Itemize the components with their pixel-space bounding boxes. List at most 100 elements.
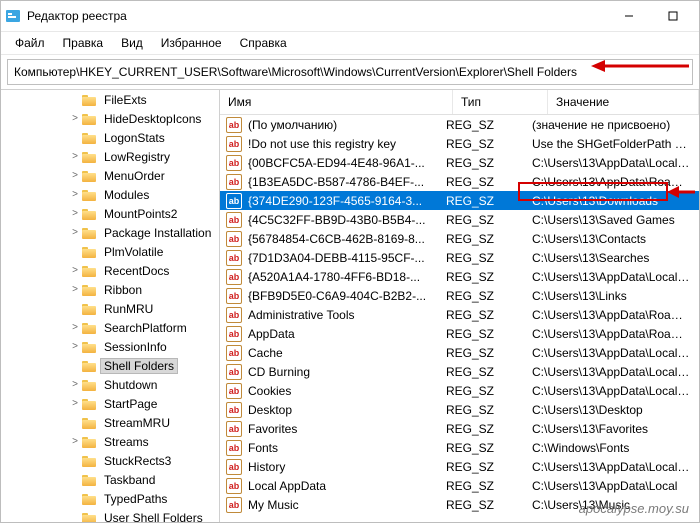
folder-icon <box>82 283 98 297</box>
value-row[interactable]: abCacheREG_SZC:\Users\13\AppData\Local\M… <box>220 343 699 362</box>
value-row[interactable]: abFontsREG_SZC:\Windows\Fonts <box>220 438 699 457</box>
value-row[interactable]: ab{374DE290-123F-4565-9164-3...REG_SZC:\… <box>220 191 699 210</box>
tree-node[interactable]: >Shutdown <box>1 375 219 394</box>
expand-caret-icon[interactable]: > <box>69 379 81 390</box>
col-data[interactable]: Значение <box>548 90 699 114</box>
titlebar[interactable]: Редактор реестра <box>1 1 699 32</box>
folder-icon <box>82 112 98 126</box>
folder-icon <box>82 302 98 316</box>
tree-node[interactable]: >LowRegistry <box>1 147 219 166</box>
expand-caret-icon[interactable]: > <box>69 170 81 181</box>
tree-node[interactable]: TypedPaths <box>1 489 219 508</box>
tree-node[interactable]: >SearchPlatform <box>1 318 219 337</box>
tree-label: SessionInfo <box>101 340 170 354</box>
value-row[interactable]: ab!Do not use this registry keyREG_SZUse… <box>220 134 699 153</box>
tree-node[interactable]: > Ribbon <box>1 280 219 299</box>
body: FileExts>HideDesktopIconsLogonStats>LowR… <box>1 89 699 522</box>
value-name: {A520A1A4-1780-4FF6-BD18-... <box>246 270 446 284</box>
string-value-icon: ab <box>226 250 242 266</box>
value-row[interactable]: ab{A520A1A4-1780-4FF6-BD18-...REG_SZC:\U… <box>220 267 699 286</box>
value-row[interactable]: ab{56784854-C6CB-462B-8169-8...REG_SZC:\… <box>220 229 699 248</box>
value-row[interactable]: ab{00BCFC5A-ED94-4E48-96A1-...REG_SZC:\U… <box>220 153 699 172</box>
value-type: REG_SZ <box>446 403 532 417</box>
value-row[interactable]: ab{BFB9D5E0-C6A9-404C-B2B2-...REG_SZC:\U… <box>220 286 699 305</box>
expand-caret-icon[interactable]: > <box>69 436 81 447</box>
menu-file[interactable]: Файл <box>7 34 53 52</box>
tree-node[interactable]: LogonStats <box>1 128 219 147</box>
tree-node[interactable]: StuckRects3 <box>1 451 219 470</box>
tree-node[interactable]: Taskband <box>1 470 219 489</box>
tree-node[interactable]: PlmVolatile <box>1 242 219 261</box>
tree-node[interactable]: FileExts <box>1 90 219 109</box>
tree-node[interactable]: >HideDesktopIcons <box>1 109 219 128</box>
value-type: REG_SZ <box>446 346 532 360</box>
value-row[interactable]: abLocal AppDataREG_SZC:\Users\13\AppData… <box>220 476 699 495</box>
value-row[interactable]: abCookiesREG_SZC:\Users\13\AppData\Local… <box>220 381 699 400</box>
col-type[interactable]: Тип <box>453 90 548 114</box>
expand-caret-icon[interactable]: > <box>69 208 81 219</box>
value-name: History <box>246 460 446 474</box>
tree-label: Ribbon <box>101 283 145 297</box>
value-type: REG_SZ <box>446 327 532 341</box>
app-icon <box>5 8 21 24</box>
value-name: Cache <box>246 346 446 360</box>
tree-node[interactable]: >Package Installation <box>1 223 219 242</box>
tree-node[interactable]: > SessionInfo <box>1 337 219 356</box>
menu-view[interactable]: Вид <box>113 34 151 52</box>
expand-caret-icon[interactable]: > <box>69 227 81 238</box>
value-rows[interactable]: ab(По умолчанию)REG_SZ(значение не присв… <box>220 115 699 522</box>
value-data: C:\Users\13\AppData\Local\Microsoft\ <box>532 156 699 170</box>
tree-node[interactable]: >RecentDocs <box>1 261 219 280</box>
folder-icon <box>82 226 98 240</box>
expand-caret-icon[interactable]: > <box>69 284 81 295</box>
folder-icon <box>82 359 98 373</box>
tree-node[interactable]: >StartPage <box>1 394 219 413</box>
value-row[interactable]: abDesktopREG_SZC:\Users\13\Desktop <box>220 400 699 419</box>
value-row[interactable]: ab{7D1D3A04-DEBB-4115-95CF-...REG_SZC:\U… <box>220 248 699 267</box>
value-row[interactable]: ab{1B3EA5DC-B587-4786-B4EF-...REG_SZC:\U… <box>220 172 699 191</box>
value-name: Desktop <box>246 403 446 417</box>
expand-caret-icon[interactable]: > <box>69 322 81 333</box>
value-type: REG_SZ <box>446 137 532 151</box>
value-name: AppData <box>246 327 446 341</box>
folder-icon <box>82 397 98 411</box>
folder-icon <box>82 93 98 107</box>
maximize-button[interactable] <box>651 2 695 31</box>
tree-node[interactable]: >MountPoints2 <box>1 204 219 223</box>
value-row[interactable]: ab(По умолчанию)REG_SZ(значение не присв… <box>220 115 699 134</box>
value-row[interactable]: ab{4C5C32FF-BB9D-43B0-B5B4-...REG_SZC:\U… <box>220 210 699 229</box>
value-row[interactable]: abFavoritesREG_SZC:\Users\13\Favorites <box>220 419 699 438</box>
col-name[interactable]: Имя <box>220 90 453 114</box>
value-type: REG_SZ <box>446 422 532 436</box>
menu-favorites[interactable]: Избранное <box>153 34 230 52</box>
tree-node[interactable]: User Shell Folders <box>1 508 219 522</box>
menu-help[interactable]: Справка <box>232 34 295 52</box>
string-value-icon: ab <box>226 269 242 285</box>
folder-icon <box>82 340 98 354</box>
tree-view[interactable]: FileExts>HideDesktopIconsLogonStats>LowR… <box>1 90 220 522</box>
tree-node[interactable]: >Streams <box>1 432 219 451</box>
address-bar[interactable]: Компьютер\HKEY_CURRENT_USER\Software\Mic… <box>7 59 693 85</box>
value-name: {00BCFC5A-ED94-4E48-96A1-... <box>246 156 446 170</box>
value-row[interactable]: abCD BurningREG_SZC:\Users\13\AppData\Lo… <box>220 362 699 381</box>
tree-node[interactable]: >Modules <box>1 185 219 204</box>
tree-node[interactable]: Shell Folders <box>1 356 219 375</box>
expand-caret-icon[interactable]: > <box>69 189 81 200</box>
value-row[interactable]: abHistoryREG_SZC:\Users\13\AppData\Local… <box>220 457 699 476</box>
expand-caret-icon[interactable]: > <box>69 265 81 276</box>
expand-caret-icon[interactable]: > <box>69 151 81 162</box>
value-row[interactable]: abAdministrative ToolsREG_SZC:\Users\13\… <box>220 305 699 324</box>
value-row[interactable]: abAppDataREG_SZC:\Users\13\AppData\Roami… <box>220 324 699 343</box>
expand-caret-icon[interactable]: > <box>69 341 81 352</box>
value-name: !Do not use this registry key <box>246 137 446 151</box>
minimize-button[interactable] <box>607 2 651 31</box>
expand-caret-icon[interactable]: > <box>69 113 81 124</box>
folder-icon <box>82 416 98 430</box>
tree-node[interactable]: >MenuOrder <box>1 166 219 185</box>
tree-node[interactable]: StreamMRU <box>1 413 219 432</box>
menu-edit[interactable]: Правка <box>55 34 112 52</box>
folder-icon <box>82 245 98 259</box>
expand-caret-icon[interactable]: > <box>69 398 81 409</box>
string-value-icon: ab <box>226 193 242 209</box>
tree-node[interactable]: RunMRU <box>1 299 219 318</box>
